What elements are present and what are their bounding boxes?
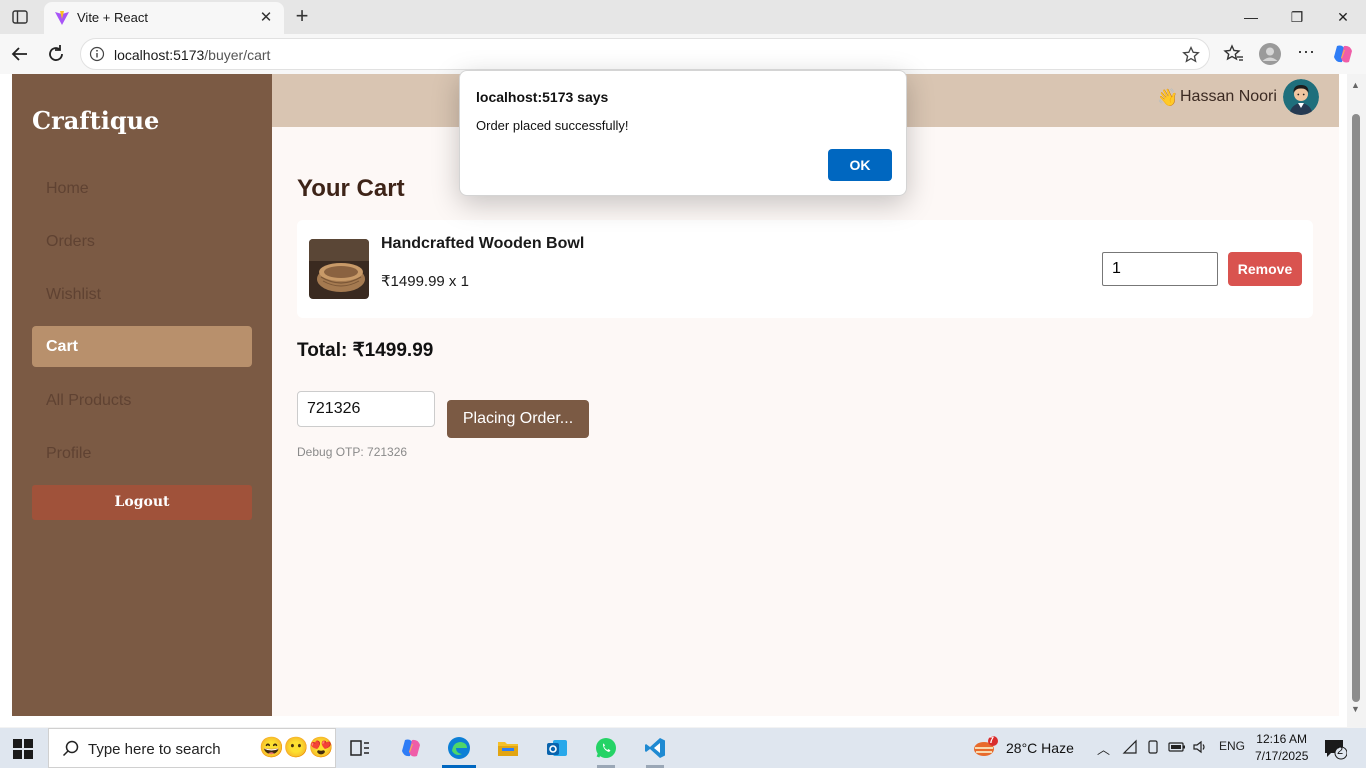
logout-button[interactable]: Logout bbox=[32, 485, 252, 520]
phone-link-icon[interactable] bbox=[1145, 739, 1161, 758]
quantity-input[interactable]: 1 bbox=[1102, 252, 1218, 286]
scroll-thumb[interactable] bbox=[1352, 114, 1360, 702]
sidebar: Craftique Home Orders Wishlist Cart All … bbox=[12, 74, 272, 716]
browser-tab-bar: Vite + React ✕ + — ❐ ✕ bbox=[0, 0, 1366, 34]
dialog-title: localhost:5173 says bbox=[476, 89, 609, 105]
avatar[interactable] bbox=[1283, 79, 1319, 115]
refresh-icon[interactable] bbox=[44, 42, 68, 66]
sidebar-item-orders[interactable]: Orders bbox=[32, 221, 252, 262]
address-bar[interactable]: localhost:5173/buyer/cart bbox=[80, 38, 1210, 70]
scroll-up-icon[interactable]: ▲ bbox=[1351, 80, 1360, 90]
cart-total: Total: ₹1499.99 bbox=[297, 340, 434, 361]
back-icon[interactable] bbox=[8, 42, 32, 66]
page-title: Your Cart bbox=[297, 175, 405, 202]
weather-icon bbox=[974, 736, 998, 756]
product-image bbox=[309, 239, 369, 299]
favorites-icon[interactable] bbox=[1222, 42, 1246, 66]
file-explorer-icon[interactable] bbox=[485, 728, 531, 768]
wave-emoji: 👋 bbox=[1157, 88, 1179, 107]
weather-text: 28°C Haze bbox=[1006, 740, 1074, 756]
restore-icon[interactable]: ❐ bbox=[1274, 4, 1320, 30]
debug-otp-text: Debug OTP: 721326 bbox=[297, 445, 408, 459]
show-hidden-icons-icon[interactable]: ︿ bbox=[1097, 739, 1110, 758]
weather-widget[interactable]: 7 28°C Haze bbox=[972, 735, 1082, 760]
copilot-icon[interactable] bbox=[1331, 42, 1355, 66]
browser-tab[interactable]: Vite + React ✕ bbox=[44, 2, 284, 34]
remove-button[interactable]: Remove bbox=[1228, 252, 1302, 286]
weather-badge: 7 bbox=[989, 735, 995, 745]
sidebar-item-wishlist[interactable]: Wishlist bbox=[32, 274, 252, 315]
alert-dialog: localhost:5173 says Order placed success… bbox=[459, 70, 907, 196]
tab-title: Vite + React bbox=[77, 10, 148, 25]
windows-start-icon[interactable] bbox=[12, 738, 34, 760]
favorite-star-icon[interactable] bbox=[1181, 45, 1201, 65]
whatsapp-icon[interactable] bbox=[583, 728, 629, 768]
profile-icon[interactable] bbox=[1258, 42, 1282, 66]
search-icon bbox=[61, 739, 81, 759]
battery-icon[interactable] bbox=[1168, 739, 1186, 758]
outlook-icon[interactable] bbox=[534, 728, 580, 768]
search-highlight-icon: 😄😶😍 bbox=[259, 737, 334, 759]
new-tab-icon[interactable]: + bbox=[290, 5, 314, 29]
url-host: localhost:5173 bbox=[114, 47, 205, 63]
url-path: /buyer/cart bbox=[204, 47, 271, 63]
sidebar-item-profile[interactable]: Profile bbox=[32, 433, 252, 474]
sidebar-item-cart[interactable]: Cart bbox=[32, 326, 252, 367]
dialog-message: Order placed successfully! bbox=[476, 118, 629, 133]
dialog-ok-button[interactable]: OK bbox=[828, 149, 892, 181]
window-close-icon[interactable]: ✕ bbox=[1320, 4, 1366, 30]
edge-browser-icon[interactable] bbox=[436, 728, 482, 768]
tab-close-icon[interactable]: ✕ bbox=[256, 8, 276, 28]
product-name: Handcrafted Wooden Bowl bbox=[381, 235, 585, 252]
user-name: Hassan Noori bbox=[1180, 88, 1277, 105]
vite-icon bbox=[54, 10, 70, 26]
otp-input[interactable]: 721326 bbox=[297, 391, 435, 427]
copilot-app-icon[interactable] bbox=[388, 728, 434, 768]
clock-date: 7/17/2025 bbox=[1255, 749, 1309, 763]
more-options-icon[interactable]: ⋯ bbox=[1294, 42, 1318, 66]
tab-actions-icon[interactable] bbox=[10, 7, 30, 27]
url-text: localhost:5173/buyer/cart bbox=[114, 47, 270, 63]
brand-logo: Craftique bbox=[32, 106, 160, 135]
sidebar-item-home[interactable]: Home bbox=[32, 168, 252, 209]
product-price: ₹1499.99 x 1 bbox=[381, 273, 469, 290]
network-icon[interactable] bbox=[1122, 739, 1138, 758]
place-order-button[interactable]: Placing Order... bbox=[447, 400, 589, 438]
volume-icon[interactable] bbox=[1192, 739, 1208, 758]
search-placeholder: Type here to search bbox=[88, 741, 221, 758]
taskbar: Type here to search 😄😶😍 7 28°C Haze ︿ EN… bbox=[0, 728, 1366, 768]
notification-icon[interactable]: 2 bbox=[1323, 738, 1348, 760]
sidebar-item-all-products[interactable]: All Products bbox=[32, 380, 252, 421]
vscode-icon[interactable] bbox=[632, 728, 678, 768]
browser-toolbar: localhost:5173/buyer/cart ⋯ bbox=[0, 34, 1366, 74]
site-info-icon[interactable] bbox=[89, 46, 105, 62]
language-indicator[interactable]: ENG bbox=[1219, 739, 1245, 753]
scrollbar[interactable]: ▲ ▼ bbox=[1347, 74, 1366, 727]
minimize-icon[interactable]: — bbox=[1228, 4, 1274, 30]
cart-item: Handcrafted Wooden Bowl ₹1499.99 x 1 1 R… bbox=[297, 220, 1313, 318]
scroll-down-icon[interactable]: ▼ bbox=[1351, 704, 1360, 714]
notification-count: 2 bbox=[1337, 745, 1344, 757]
clock[interactable]: 12:16 AM 7/17/2025 bbox=[1255, 731, 1309, 765]
task-view-icon[interactable] bbox=[337, 728, 383, 768]
taskbar-search[interactable]: Type here to search 😄😶😍 bbox=[48, 728, 336, 768]
clock-time: 12:16 AM bbox=[1256, 732, 1307, 746]
